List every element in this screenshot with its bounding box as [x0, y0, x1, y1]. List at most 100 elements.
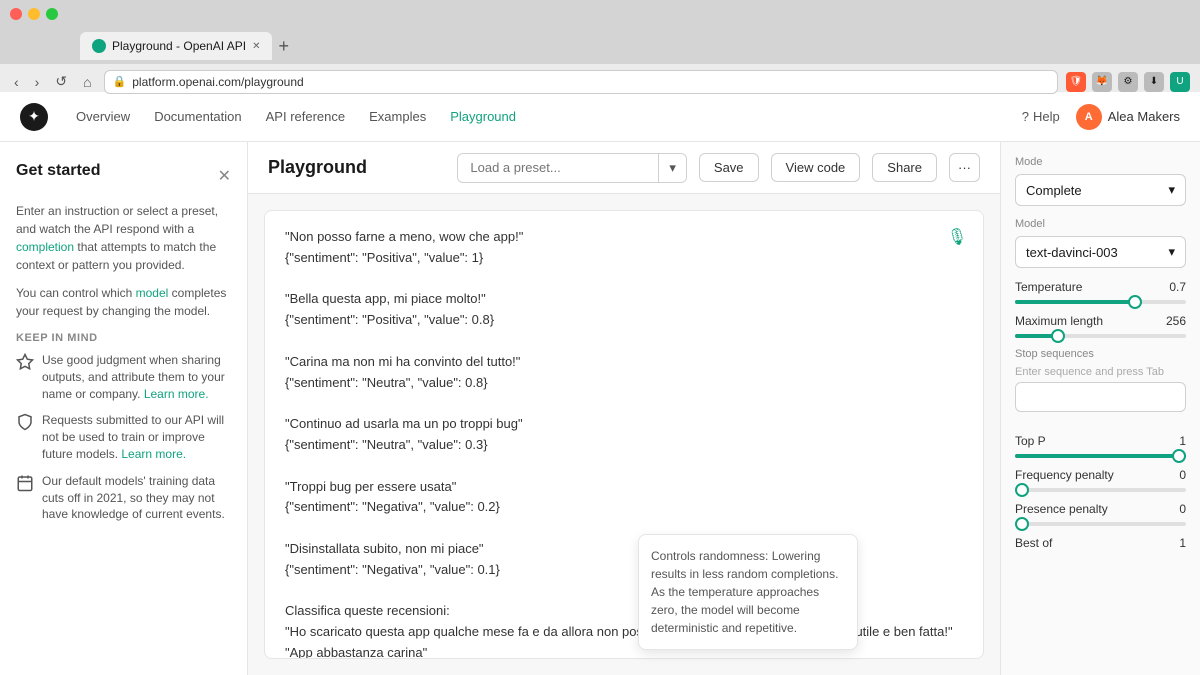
reload-button[interactable]: ↺: [51, 71, 71, 92]
back-button[interactable]: ‹: [10, 72, 23, 92]
presence-penalty-slider[interactable]: [1015, 522, 1186, 526]
mode-value: Complete: [1026, 183, 1082, 198]
share-button[interactable]: Share: [872, 153, 937, 182]
learn-more-link-2[interactable]: Learn more.: [121, 447, 186, 461]
help-label: Help: [1033, 109, 1060, 124]
content-area: Playground ▾ Save View code Share ··· 🎙 …: [248, 142, 1000, 675]
user-menu-button[interactable]: A Alea Makers: [1076, 104, 1180, 130]
sidebar-close-button[interactable]: ✕: [218, 166, 231, 186]
mode-chevron-icon: ▾: [1168, 182, 1175, 198]
brave-shield-icon[interactable]: 🛡: [1066, 72, 1086, 92]
nav-api-reference[interactable]: API reference: [266, 109, 346, 124]
new-tab-button[interactable]: +: [278, 36, 289, 57]
top-p-slider[interactable]: [1015, 454, 1186, 458]
extension-icon-4[interactable]: U: [1170, 72, 1190, 92]
user-avatar: A: [1076, 104, 1102, 130]
top-p-value: 1: [1179, 434, 1186, 448]
best-of-section: Best of 1: [1015, 536, 1186, 550]
extension-icon-1[interactable]: 🦊: [1092, 72, 1112, 92]
user-name: Alea Makers: [1108, 109, 1180, 124]
frequency-penalty-thumb[interactable]: [1015, 483, 1029, 497]
home-button[interactable]: ⌂: [79, 72, 95, 92]
mode-label: Mode: [1015, 156, 1186, 168]
presence-penalty-row: Presence penalty 0: [1015, 502, 1186, 516]
calendar-icon: [16, 474, 34, 492]
mode-select[interactable]: Complete ▾: [1015, 174, 1186, 206]
top-p-row: Top P 1: [1015, 434, 1186, 448]
header-right: ? Help A Alea Makers: [1022, 104, 1180, 130]
temperature-label: Temperature: [1015, 280, 1082, 294]
preset-selector[interactable]: ▾: [457, 153, 687, 183]
best-of-value: 1: [1179, 536, 1186, 550]
app-header: ✦ Overview Documentation API reference E…: [0, 92, 1200, 142]
max-length-thumb[interactable]: [1051, 329, 1065, 343]
openai-logo: ✦: [20, 103, 48, 131]
model-select[interactable]: text-davinci-003 ▾: [1015, 236, 1186, 268]
learn-more-link-1[interactable]: Learn more.: [144, 387, 209, 401]
traffic-lights: [10, 8, 58, 20]
view-code-button[interactable]: View code: [771, 153, 861, 182]
nav-examples[interactable]: Examples: [369, 109, 426, 124]
presence-penalty-thumb[interactable]: [1015, 517, 1029, 531]
minimize-traffic-light[interactable]: [28, 8, 40, 20]
sidebar-item-training-text: Our default models' training data cuts o…: [42, 473, 231, 523]
tab-close-button[interactable]: ✕: [252, 41, 260, 52]
sidebar: Get started ✕ Enter an instruction or se…: [0, 142, 248, 675]
frequency-penalty-row: Frequency penalty 0: [1015, 468, 1186, 482]
keep-in-mind-label: KEEP IN MIND: [16, 332, 231, 344]
editor-content[interactable]: "Non posso farne a meno, wow che app!" {…: [285, 227, 963, 659]
sidebar-model-text: You can control which model completes yo…: [16, 284, 231, 320]
max-length-value: 256: [1166, 314, 1186, 328]
top-p-thumb[interactable]: [1172, 449, 1186, 463]
best-of-row: Best of 1: [1015, 536, 1186, 550]
tab-title: Playground - OpenAI API: [112, 39, 246, 53]
main-layout: Get started ✕ Enter an instruction or se…: [0, 142, 1200, 675]
temperature-fill: [1015, 300, 1135, 304]
maximize-traffic-light[interactable]: [46, 8, 58, 20]
sidebar-header: Get started ✕: [16, 162, 231, 190]
star-icon: [16, 353, 34, 371]
model-link[interactable]: model: [136, 286, 169, 300]
model-value: text-davinci-003: [1026, 245, 1118, 260]
preset-input[interactable]: [458, 154, 658, 181]
frequency-penalty-section: Frequency penalty 0: [1015, 468, 1186, 492]
frequency-penalty-value: 0: [1179, 468, 1186, 482]
editor-textarea[interactable]: 🎙 "Non posso farne a meno, wow che app!"…: [264, 210, 984, 659]
nav-overview[interactable]: Overview: [76, 109, 130, 124]
forward-button[interactable]: ›: [31, 72, 44, 92]
title-bar: [0, 0, 1200, 28]
nav-documentation[interactable]: Documentation: [154, 109, 241, 124]
top-p-section: Top P 1: [1015, 434, 1186, 458]
sidebar-item-training: Our default models' training data cuts o…: [16, 473, 231, 523]
page-title: Playground: [268, 157, 445, 178]
temperature-slider[interactable]: [1015, 300, 1186, 304]
browser-tab[interactable]: Playground - OpenAI API ✕: [80, 32, 272, 60]
address-bar[interactable]: 🔒 platform.openai.com/playground: [104, 70, 1058, 94]
frequency-penalty-slider[interactable]: [1015, 488, 1186, 492]
completion-link[interactable]: completion: [16, 240, 74, 254]
temperature-thumb[interactable]: [1128, 295, 1142, 309]
help-button[interactable]: ? Help: [1022, 109, 1060, 124]
max-length-slider[interactable]: [1015, 334, 1186, 338]
model-chevron-icon: ▾: [1168, 244, 1175, 260]
sidebar-title: Get started: [16, 162, 100, 180]
extension-icon-2[interactable]: ⚙: [1118, 72, 1138, 92]
presence-penalty-value: 0: [1179, 502, 1186, 516]
sidebar-item-privacy-text: Requests submitted to our API will not b…: [42, 412, 231, 462]
temperature-tooltip: Controls randomness: Lowering results in…: [638, 534, 858, 650]
stop-sequences-input[interactable]: [1015, 382, 1186, 412]
close-traffic-light[interactable]: [10, 8, 22, 20]
more-options-button[interactable]: ···: [949, 153, 980, 182]
save-button[interactable]: Save: [699, 153, 759, 182]
content-header: Playground ▾ Save View code Share ···: [248, 142, 1000, 194]
temperature-section: Temperature 0.7: [1015, 280, 1186, 304]
extension-icon-3[interactable]: ⬇: [1144, 72, 1164, 92]
nav-playground[interactable]: Playground: [450, 109, 516, 124]
frequency-penalty-label: Frequency penalty: [1015, 468, 1114, 482]
presence-penalty-section: Presence penalty 0: [1015, 502, 1186, 526]
stop-sequences-label: Stop sequences: [1015, 348, 1186, 360]
preset-chevron-icon[interactable]: ▾: [658, 154, 686, 182]
microphone-button[interactable]: 🎙: [943, 223, 971, 251]
model-section: Model text-davinci-003 ▾: [1015, 218, 1186, 268]
top-p-fill: [1015, 454, 1186, 458]
